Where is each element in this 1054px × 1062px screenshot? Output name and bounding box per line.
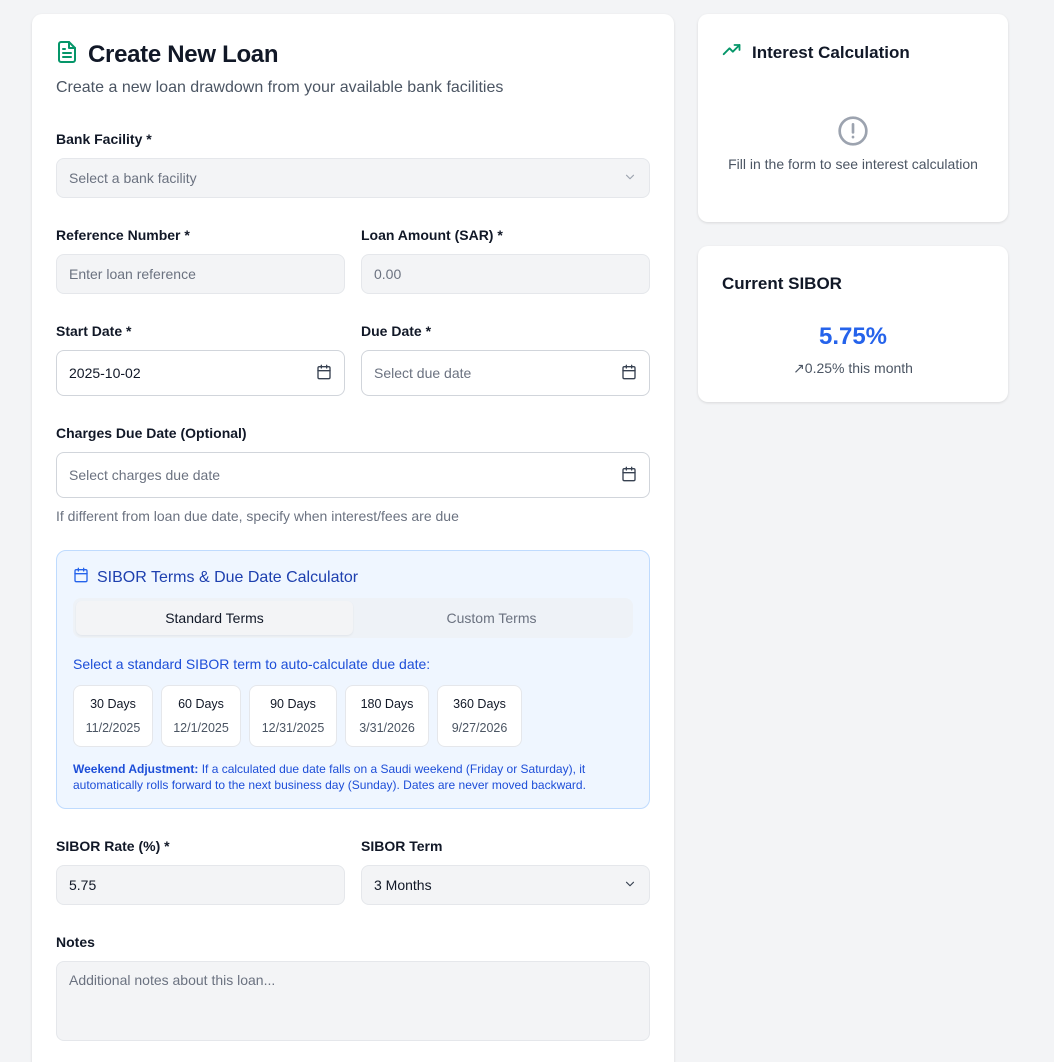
- sibor-change: ↗0.25% this month: [698, 360, 1008, 377]
- calendar-icon[interactable]: [621, 364, 637, 383]
- start-date-value: 2025-10-02: [69, 365, 141, 381]
- reference-number-placeholder: Enter loan reference: [69, 266, 196, 282]
- term-days: 360 Days: [453, 697, 506, 711]
- calendar-icon[interactable]: [316, 364, 332, 383]
- current-sibor-card: Current SIBOR 5.75% ↗0.25% this month: [698, 246, 1008, 402]
- term-button-180-days[interactable]: 180 Days 3/31/2026: [345, 685, 429, 747]
- create-loan-card: Create New Loan Create a new loan drawdo…: [32, 14, 674, 1062]
- sibor-change-text: 0.25% this month: [804, 360, 913, 376]
- loan-amount-placeholder: 0.00: [374, 266, 402, 282]
- page-header: Create New Loan: [56, 40, 279, 69]
- term-date: 9/27/2026: [451, 721, 508, 735]
- sibor-rate-value: 5.75: [69, 877, 97, 893]
- term-button-360-days[interactable]: 360 Days 9/27/2026: [437, 685, 522, 747]
- chevron-down-icon: [623, 877, 637, 894]
- sibor-term-value: 3 Months: [374, 877, 432, 893]
- alert-circle-icon: [837, 115, 869, 152]
- term-days: 180 Days: [360, 697, 414, 711]
- term-button-30-days[interactable]: 30 Days 11/2/2025: [73, 685, 153, 747]
- due-date-label: Due Date *: [361, 323, 432, 339]
- bank-facility-select[interactable]: Select a bank facility: [56, 158, 650, 198]
- terms-tabs: Standard Terms Custom Terms: [73, 598, 633, 638]
- calendar-icon[interactable]: [621, 466, 637, 485]
- term-button-60-days[interactable]: 60 Days 12/1/2025: [161, 685, 241, 747]
- weekend-adjustment-note: Weekend Adjustment: If a calculated due …: [73, 761, 633, 793]
- calculator-instruction: Select a standard SIBOR term to auto-cal…: [73, 656, 431, 672]
- term-date: 12/1/2025: [173, 721, 229, 735]
- weekend-adjustment-title: Weekend Adjustment:: [73, 762, 199, 776]
- due-date-input[interactable]: Select due date: [361, 350, 650, 396]
- interest-header: Interest Calculation: [722, 42, 910, 63]
- chevron-down-icon: [623, 170, 637, 187]
- tab-standard-terms[interactable]: Standard Terms: [76, 601, 353, 635]
- sibor-rate-display: 5.75%: [818, 323, 888, 350]
- sibor-term-select[interactable]: 3 Months: [361, 865, 650, 905]
- sibor-calculator: SIBOR Terms & Due Date Calculator Standa…: [56, 550, 650, 809]
- notes-label: Notes: [56, 934, 95, 950]
- reference-number-input[interactable]: Enter loan reference: [56, 254, 345, 294]
- loan-amount-label: Loan Amount (SAR) *: [361, 227, 503, 243]
- term-days: 90 Days: [270, 697, 316, 711]
- interest-calculation-card: Interest Calculation Fill in the form to…: [698, 14, 1008, 222]
- term-days: 60 Days: [178, 697, 224, 711]
- due-date-placeholder: Select due date: [374, 365, 472, 381]
- notes-placeholder: Additional notes about this loan...: [69, 972, 276, 988]
- charges-due-date-input[interactable]: Select charges due date: [56, 452, 650, 498]
- loan-amount-input[interactable]: 0.00: [361, 254, 650, 294]
- calculator-title: SIBOR Terms & Due Date Calculator: [97, 568, 359, 586]
- bank-facility-placeholder: Select a bank facility: [69, 170, 197, 186]
- tab-custom-terms[interactable]: Custom Terms: [353, 601, 630, 635]
- arrow-up-right-icon: ↗: [793, 360, 805, 376]
- start-date-label: Start Date *: [56, 323, 132, 339]
- bank-facility-label: Bank Facility *: [56, 131, 152, 147]
- charges-due-date-label: Charges Due Date (Optional): [56, 425, 247, 441]
- calendar-icon: [73, 567, 89, 588]
- sibor-title: Current SIBOR: [722, 274, 842, 293]
- sibor-rate-label: SIBOR Rate (%) *: [56, 838, 170, 854]
- start-date-input[interactable]: 2025-10-02: [56, 350, 345, 396]
- charges-due-date-placeholder: Select charges due date: [69, 467, 220, 483]
- charges-due-date-hint: If different from loan due date, specify…: [56, 508, 459, 524]
- page-subtitle: Create a new loan drawdown from your ava…: [56, 79, 504, 96]
- term-date: 11/2/2025: [85, 721, 141, 735]
- term-days: 30 Days: [90, 697, 136, 711]
- notes-textarea[interactable]: Additional notes about this loan...: [56, 961, 650, 1041]
- interest-empty-text: Fill in the form to see interest calcula…: [728, 156, 978, 172]
- document-icon: [56, 40, 78, 69]
- page-title: Create New Loan: [88, 40, 279, 68]
- term-date: 12/31/2025: [261, 721, 325, 735]
- trending-up-icon: [722, 42, 742, 63]
- calculator-header: SIBOR Terms & Due Date Calculator: [73, 567, 358, 588]
- reference-number-label: Reference Number *: [56, 227, 190, 243]
- term-options: 30 Days 11/2/2025 60 Days 12/1/2025 90 D…: [73, 685, 522, 747]
- term-button-90-days[interactable]: 90 Days 12/31/2025: [249, 685, 337, 747]
- sibor-rate-input[interactable]: 5.75: [56, 865, 345, 905]
- sibor-term-label: SIBOR Term: [361, 838, 443, 854]
- interest-title: Interest Calculation: [752, 42, 910, 62]
- term-date: 3/31/2026: [359, 721, 415, 735]
